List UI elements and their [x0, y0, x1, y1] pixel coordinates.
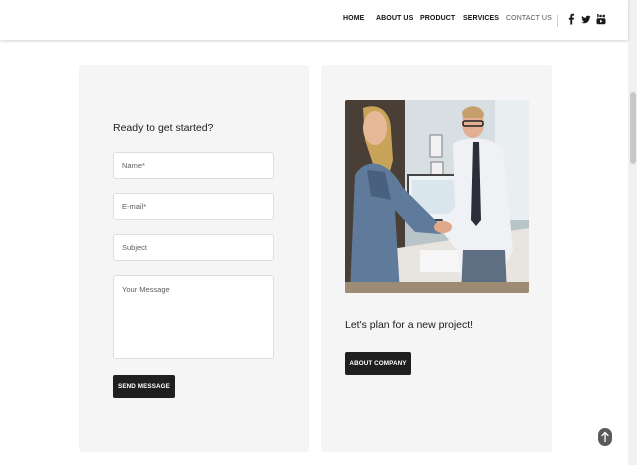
about-company-button[interactable]: ABOUT COMPANY [345, 352, 411, 375]
contact-form-heading: Ready to get started? [113, 122, 214, 134]
site-header: HOME ABOUT US PRODUCT SERVICES CONTACT U… [0, 0, 628, 40]
name-field[interactable] [113, 152, 274, 179]
handshake-photo [345, 100, 529, 293]
nav-contact-us[interactable]: CONTACT US [506, 15, 552, 22]
facebook-icon[interactable] [567, 13, 577, 25]
subject-field[interactable] [113, 234, 274, 261]
scrollbar-thumb[interactable] [630, 92, 636, 164]
nav-product[interactable]: PRODUCT [420, 15, 455, 22]
nav-divider [557, 15, 558, 27]
nav-about-us[interactable]: ABOUT US [376, 15, 413, 22]
youtube-icon[interactable] [596, 13, 606, 25]
nav-home[interactable]: HOME [343, 15, 364, 22]
project-heading: Let's plan for a new project! [345, 319, 474, 331]
back-to-top-button[interactable] [598, 428, 612, 446]
nav-services[interactable]: SERVICES [463, 15, 499, 22]
email-field[interactable] [113, 193, 274, 220]
arrow-up-icon [601, 431, 609, 443]
send-message-button[interactable]: SEND MESSAGE [113, 375, 175, 398]
scrollbar-track[interactable] [628, 0, 637, 465]
twitter-icon[interactable] [581, 13, 591, 25]
message-field[interactable] [113, 275, 274, 359]
